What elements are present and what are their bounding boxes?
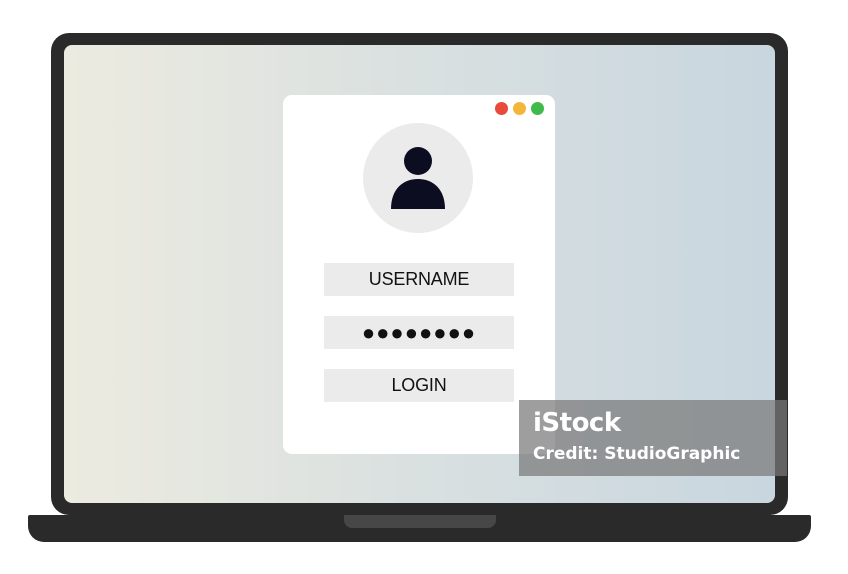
- laptop-base-groove: [344, 515, 496, 528]
- window-controls: [495, 102, 544, 115]
- login-button[interactable]: LOGIN: [324, 369, 514, 402]
- username-input[interactable]: USERNAME: [324, 263, 514, 296]
- close-window-dot[interactable]: [495, 102, 508, 115]
- watermark-logo: iStock: [533, 408, 621, 438]
- laptop-illustration: USERNAME ●●●●●●●● LOGIN iStock Credit: S…: [0, 0, 848, 574]
- watermark-credit: Credit: StudioGraphic: [533, 444, 741, 464]
- password-input[interactable]: ●●●●●●●●: [324, 316, 514, 349]
- maximize-window-dot[interactable]: [531, 102, 544, 115]
- avatar: [363, 123, 473, 233]
- login-window: USERNAME ●●●●●●●● LOGIN: [283, 95, 555, 454]
- user-icon: [391, 147, 445, 209]
- minimize-window-dot[interactable]: [513, 102, 526, 115]
- watermark: iStock Credit: StudioGraphic: [519, 400, 787, 476]
